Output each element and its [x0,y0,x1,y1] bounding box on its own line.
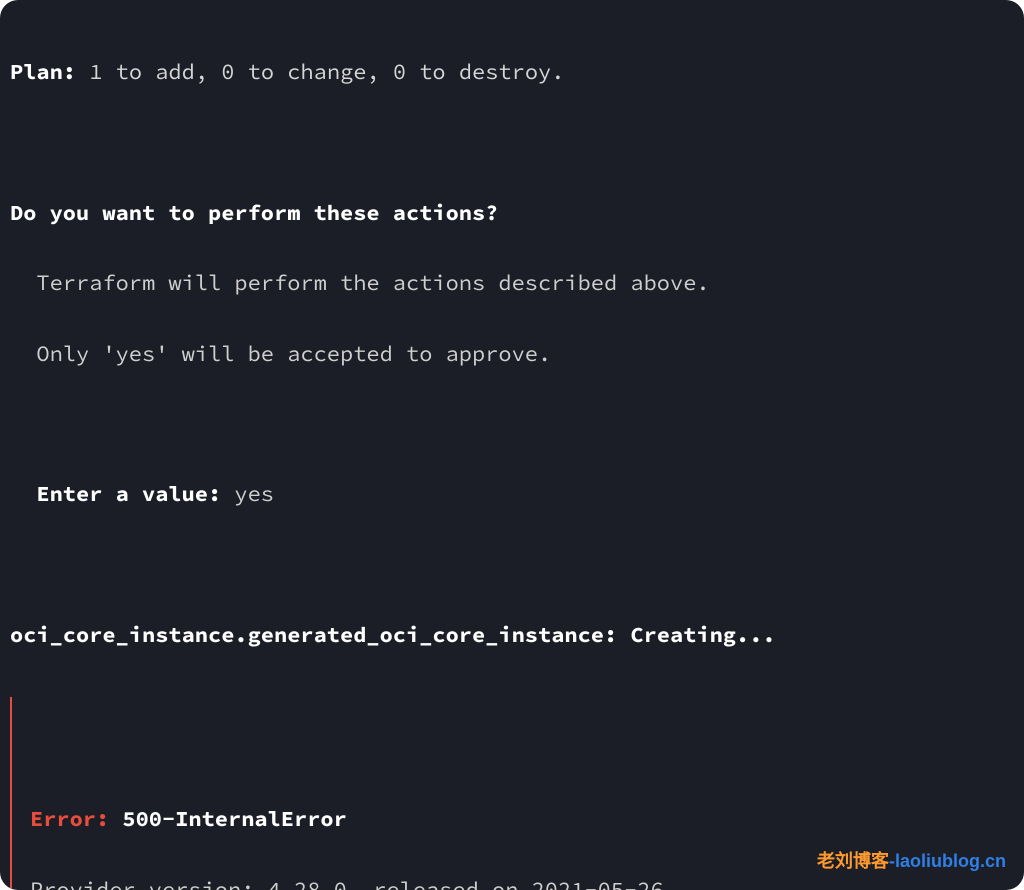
plan-summary: 1 to add, 0 to change, 0 to destroy. [76,58,564,86]
error-header: Error: 500-InternalError [30,802,1018,837]
terminal-output: Plan: 1 to add, 0 to change, 0 to destro… [0,0,1024,890]
plan-label: Plan: [10,58,76,86]
error-label: Error: [30,805,122,833]
plan-line: Plan: 1 to add, 0 to change, 0 to destro… [10,55,1018,90]
prompt-value[interactable]: yes [221,480,274,508]
confirm-line1: Terraform will perform the actions descr… [10,266,1018,301]
watermark-cn: 老刘博客 [817,851,889,871]
blank-4 [30,732,1018,767]
watermark: 老刘博客-laoliublog.cn [817,847,1006,876]
blank-1 [10,126,1018,161]
prompt-label: Enter a value: [10,480,221,508]
blank-3 [10,548,1018,583]
confirm-heading: Do you want to perform these actions? [10,196,1018,231]
error-code: 500-InternalError [122,805,346,833]
progress-line: oci_core_instance.generated_oci_core_ins… [10,618,1018,653]
watermark-url: laoliublog.cn [895,851,1006,871]
confirm-prompt: Enter a value: yes [10,477,1018,512]
blank-2 [10,407,1018,442]
confirm-line2: Only 'yes' will be accepted to approve. [10,337,1018,372]
